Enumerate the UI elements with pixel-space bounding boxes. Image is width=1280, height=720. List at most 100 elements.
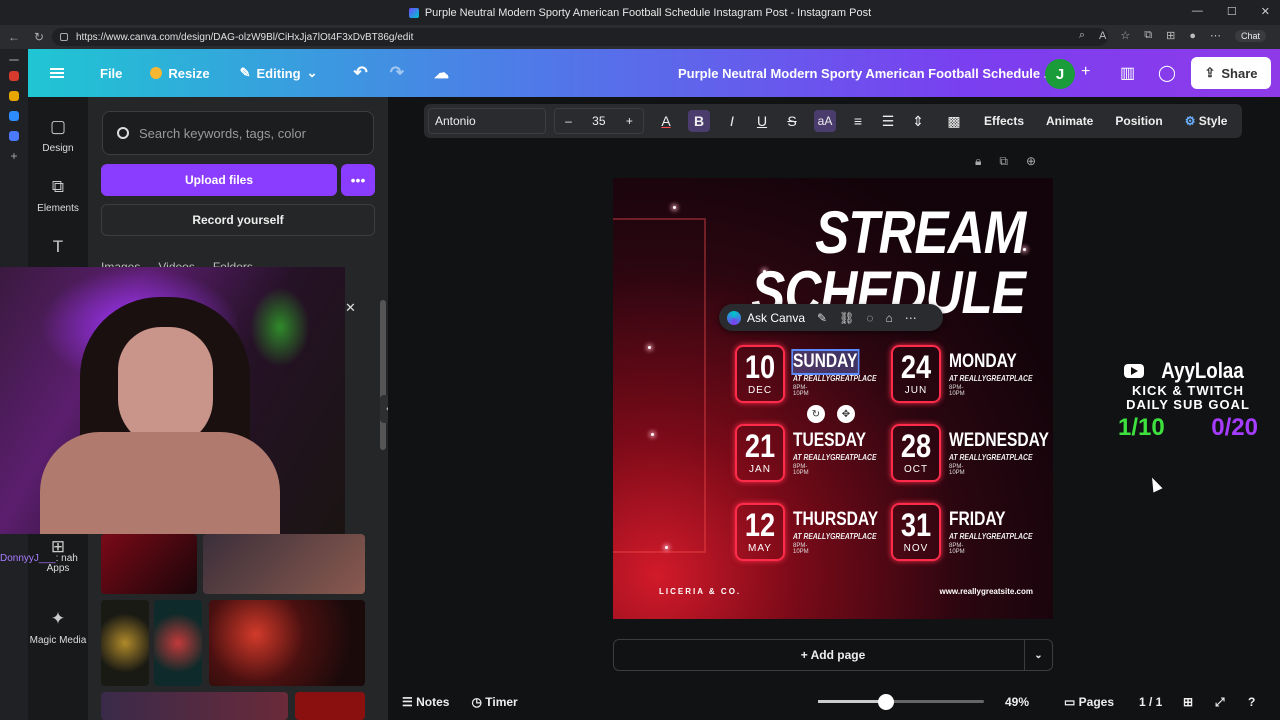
maximize-icon[interactable]: ☐ <box>1227 5 1237 18</box>
avatar[interactable]: J <box>1045 59 1075 89</box>
strikethrough-icon[interactable]: S <box>784 113 800 129</box>
font-size-value[interactable]: 35 <box>592 114 605 128</box>
page-actions: 🔒︎ ⧉ ⊕ <box>975 154 1036 169</box>
collections-icon[interactable]: ⊞ <box>1166 29 1175 42</box>
text-icon: T <box>52 237 64 256</box>
document-title[interactable]: Purple Neutral Modern Sporty American Fo… <box>678 66 1055 81</box>
upload-thumbnail[interactable] <box>154 600 202 686</box>
rail-magic-media[interactable]: ✦ Magic Media <box>28 609 88 646</box>
comment-add-icon[interactable]: ◌ <box>866 311 873 325</box>
minimize-icon[interactable]: — <box>1192 5 1203 18</box>
rotate-handle-icon[interactable]: ↻ <box>807 405 825 423</box>
timer-button[interactable]: ◷ Timer <box>471 695 517 709</box>
ask-canva-button[interactable]: Ask Canva <box>747 311 805 325</box>
grid-view-icon[interactable]: ⊞ <box>1183 695 1193 709</box>
link-icon[interactable]: ⛓ <box>839 311 854 325</box>
bold-icon[interactable]: B <box>688 110 710 132</box>
menu-dots-icon[interactable]: ⋯ <box>1210 29 1221 42</box>
zoom-value[interactable]: 49% <box>1005 695 1029 709</box>
effects-button[interactable]: Effects <box>984 114 1024 128</box>
sidebar-app-icon[interactable] <box>9 111 19 121</box>
design-page[interactable]: STREAM SCHEDULE 10 DEC SUNDAY AT REALLYGR… <box>613 178 1053 619</box>
website-text[interactable]: www.reallygreatsite.com <box>939 587 1033 596</box>
fullscreen-icon[interactable]: ⤢ <box>1215 695 1225 710</box>
reload-icon[interactable]: ↻ <box>34 30 44 44</box>
zoom-icon[interactable]: ⌕ <box>1079 29 1085 42</box>
record-yourself-button[interactable]: Record yourself <box>101 204 375 236</box>
title-stream[interactable]: STREAM <box>815 198 1026 267</box>
analytics-icon[interactable]: ▥ <box>1120 63 1135 83</box>
underline-icon[interactable]: U <box>754 113 770 129</box>
chevron-down-icon[interactable]: ⌄ <box>1024 640 1052 670</box>
help-icon[interactable]: ? <box>1248 695 1255 709</box>
lock-page-icon[interactable]: 🔒︎ <box>975 154 981 169</box>
day-name-selected[interactable]: SUNDAY <box>791 349 859 375</box>
text-color-icon[interactable]: A <box>658 113 674 129</box>
upload-more-button[interactable]: ••• <box>341 164 375 196</box>
close-window-icon[interactable]: ✕ <box>1261 5 1270 18</box>
sidebar-app-icon[interactable] <box>9 91 19 101</box>
add-page-icon[interactable]: ⊕ <box>1026 154 1036 169</box>
add-collaborator-icon[interactable]: + <box>1081 63 1090 81</box>
date-number: 28 <box>900 428 932 464</box>
notes-button[interactable]: ☰ Notes <box>402 695 449 709</box>
sidebar-app-icon[interactable] <box>9 131 19 141</box>
copilot-chat-button[interactable]: Chat <box>1234 29 1266 42</box>
position-button[interactable]: Position <box>1115 114 1162 128</box>
align-icon[interactable]: ≡ <box>850 113 866 129</box>
undo-icon[interactable]: ↶ <box>353 63 367 83</box>
upload-thumbnail[interactable] <box>209 600 365 686</box>
zoom-slider-handle[interactable] <box>878 694 894 710</box>
brand-text[interactable]: LICERIA & CO. <box>659 587 741 596</box>
url-field[interactable]: https://www.canva.com/design/DAG-olzW9Bl… <box>52 28 1108 46</box>
sidebar-app-icon[interactable] <box>9 71 19 81</box>
panel-scrollbar[interactable] <box>380 300 386 450</box>
font-size-stepper: – 35 + <box>554 108 644 134</box>
sidebar-add-icon[interactable]: + <box>9 150 19 162</box>
share-button[interactable]: ⇪ Share <box>1191 57 1271 89</box>
magic-edit-icon[interactable]: ✎ <box>817 311 827 325</box>
upload-thumbnail[interactable] <box>101 692 288 720</box>
rail-text[interactable]: T <box>28 237 88 263</box>
lock-icon[interactable]: ⌂ <box>885 311 892 325</box>
sidebar-chevron-icon[interactable] <box>9 59 19 61</box>
letter-case-icon[interactable]: aA <box>814 110 836 132</box>
site-info-icon[interactable] <box>60 33 68 41</box>
spacing-icon[interactable]: ⇕ <box>910 113 926 130</box>
decrease-size-icon[interactable]: – <box>565 114 572 128</box>
redo-icon[interactable]: ↷ <box>390 63 404 83</box>
profile-icon[interactable]: ● <box>1189 30 1196 42</box>
increase-size-icon[interactable]: + <box>626 114 633 128</box>
upload-files-button[interactable]: Upload files <box>101 164 337 196</box>
font-family-select[interactable]: Antonio <box>428 108 546 134</box>
file-menu[interactable]: File <box>100 66 122 81</box>
list-icon[interactable]: ☰ <box>880 113 896 130</box>
rail-design[interactable]: ▢ Design <box>28 117 88 154</box>
upload-thumbnail[interactable] <box>203 534 365 594</box>
duplicate-page-icon[interactable]: ⧉ <box>999 154 1008 169</box>
read-aloud-icon[interactable]: A <box>1099 30 1106 42</box>
resize-button[interactable]: Resize <box>150 66 210 81</box>
hamburger-menu-icon[interactable] <box>50 68 64 78</box>
pages-button[interactable]: ▭ Pages <box>1064 695 1114 709</box>
italic-icon[interactable]: I <box>724 113 740 129</box>
search-input[interactable]: Search keywords, tags, color <box>102 111 374 155</box>
move-handle-icon[interactable]: ✥ <box>837 405 855 423</box>
comment-icon[interactable]: ◯ <box>1158 63 1176 83</box>
upload-thumbnail[interactable] <box>295 692 365 720</box>
editing-mode-button[interactable]: ✎ Editing ⌄ <box>240 65 318 81</box>
extensions-icon[interactable]: ⧉ <box>1144 29 1152 42</box>
rail-elements[interactable]: ⧉ Elements <box>28 177 88 214</box>
add-page-button[interactable]: + Add page ⌄ <box>613 639 1053 671</box>
more-options-icon[interactable]: ⋯ <box>905 311 917 325</box>
transparency-icon[interactable]: ▩ <box>946 113 962 130</box>
upload-thumbnail[interactable] <box>101 534 197 594</box>
back-icon[interactable]: ← <box>8 30 20 44</box>
favorite-star-icon[interactable]: ☆ <box>1120 29 1130 42</box>
style-button[interactable]: ⚙ Style <box>1185 114 1228 128</box>
cloud-save-icon[interactable]: ☁ <box>434 64 449 82</box>
close-icon[interactable]: ✕ <box>345 300 356 316</box>
animate-button[interactable]: Animate <box>1046 114 1093 128</box>
zoom-slider[interactable] <box>818 700 984 703</box>
upload-thumbnail[interactable] <box>101 600 149 686</box>
